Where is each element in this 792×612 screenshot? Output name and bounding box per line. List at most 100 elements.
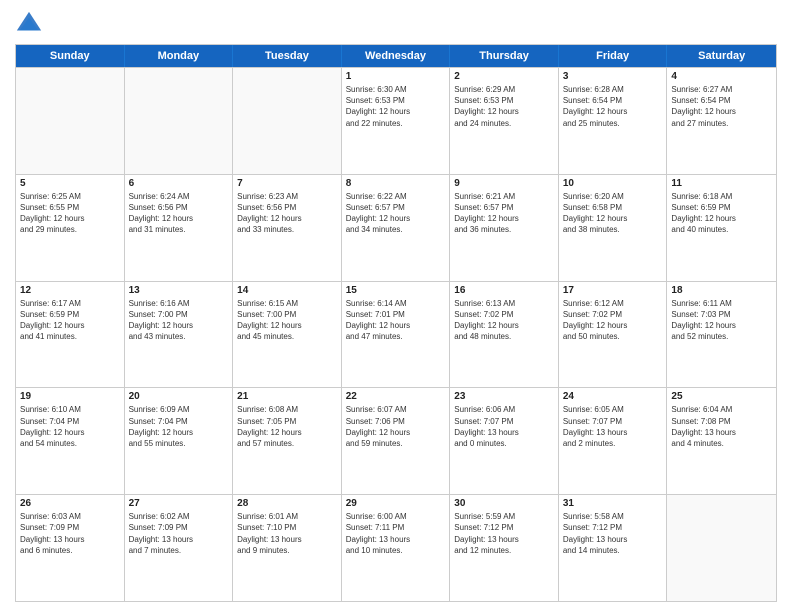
calendar-cell xyxy=(125,68,234,174)
day-header-wednesday: Wednesday xyxy=(342,45,451,67)
calendar-cell: 26 Sunrise: 6:03 AM Sunset: 7:09 PM Dayli… xyxy=(16,495,125,601)
cell-info: Sunrise: 6:13 AM Sunset: 7:02 PM Dayligh… xyxy=(454,298,554,343)
cell-info: Sunrise: 6:03 AM Sunset: 7:09 PM Dayligh… xyxy=(20,511,120,556)
calendar-cell: 16 Sunrise: 6:13 AM Sunset: 7:02 PM Dayli… xyxy=(450,282,559,388)
cell-date: 15 xyxy=(346,285,446,296)
cell-date: 24 xyxy=(563,391,663,402)
calendar-week-2: 12 Sunrise: 6:17 AM Sunset: 6:59 PM Dayli… xyxy=(16,281,776,388)
calendar-cell: 11Sunrise: 6:18 AM Sunset: 6:59 PM Dayli… xyxy=(667,175,776,281)
cell-info: Sunrise: 5:58 AM Sunset: 7:12 PM Dayligh… xyxy=(563,511,663,556)
calendar-cell: 1 Sunrise: 6:30 AM Sunset: 6:53 PM Daylig… xyxy=(342,68,451,174)
calendar-cell xyxy=(233,68,342,174)
cell-info: Sunrise: 6:01 AM Sunset: 7:10 PM Dayligh… xyxy=(237,511,337,556)
cell-date: 30 xyxy=(454,498,554,509)
cell-info: Sunrise: 6:23 AM Sunset: 6:56 PM Dayligh… xyxy=(237,191,337,236)
header xyxy=(15,10,777,38)
cell-info: Sunrise: 6:04 AM Sunset: 7:08 PM Dayligh… xyxy=(671,404,772,449)
calendar-cell: 22 Sunrise: 6:07 AM Sunset: 7:06 PM Dayli… xyxy=(342,388,451,494)
calendar-cell: 19Sunrise: 6:10 AM Sunset: 7:04 PM Dayli… xyxy=(16,388,125,494)
cell-date: 21 xyxy=(237,391,337,402)
cell-date: 13 xyxy=(129,285,229,296)
calendar-cell: 20 Sunrise: 6:09 AM Sunset: 7:04 PM Dayli… xyxy=(125,388,234,494)
cell-date: 20 xyxy=(129,391,229,402)
calendar-week-3: 19Sunrise: 6:10 AM Sunset: 7:04 PM Dayli… xyxy=(16,387,776,494)
cell-info: Sunrise: 6:14 AM Sunset: 7:01 PM Dayligh… xyxy=(346,298,446,343)
cell-info: Sunrise: 6:17 AM Sunset: 6:59 PM Dayligh… xyxy=(20,298,120,343)
calendar-cell: 25 Sunrise: 6:04 AM Sunset: 7:08 PM Dayli… xyxy=(667,388,776,494)
calendar-cell xyxy=(667,495,776,601)
calendar-cell: 3 Sunrise: 6:28 AM Sunset: 6:54 PM Daylig… xyxy=(559,68,668,174)
cell-date: 26 xyxy=(20,498,120,509)
calendar-cell: 9Sunrise: 6:21 AM Sunset: 6:57 PM Daylig… xyxy=(450,175,559,281)
cell-info: Sunrise: 6:29 AM Sunset: 6:53 PM Dayligh… xyxy=(454,84,554,129)
cell-info: Sunrise: 6:30 AM Sunset: 6:53 PM Dayligh… xyxy=(346,84,446,129)
cell-info: Sunrise: 6:09 AM Sunset: 7:04 PM Dayligh… xyxy=(129,404,229,449)
cell-info: Sunrise: 6:05 AM Sunset: 7:07 PM Dayligh… xyxy=(563,404,663,449)
cell-date: 12 xyxy=(20,285,120,296)
cell-info: Sunrise: 6:12 AM Sunset: 7:02 PM Dayligh… xyxy=(563,298,663,343)
calendar-week-1: 5 Sunrise: 6:25 AM Sunset: 6:55 PM Daylig… xyxy=(16,174,776,281)
cell-info: Sunrise: 6:20 AM Sunset: 6:58 PM Dayligh… xyxy=(563,191,663,236)
cell-date: 6 xyxy=(129,178,229,189)
cell-date: 27 xyxy=(129,498,229,509)
calendar-cell: 18 Sunrise: 6:11 AM Sunset: 7:03 PM Dayli… xyxy=(667,282,776,388)
calendar-cell: 13Sunrise: 6:16 AM Sunset: 7:00 PM Dayli… xyxy=(125,282,234,388)
cell-date: 14 xyxy=(237,285,337,296)
cell-date: 1 xyxy=(346,71,446,82)
calendar-cell: 5 Sunrise: 6:25 AM Sunset: 6:55 PM Daylig… xyxy=(16,175,125,281)
calendar: SundayMondayTuesdayWednesdayThursdayFrid… xyxy=(15,44,777,602)
cell-date: 25 xyxy=(671,391,772,402)
day-header-monday: Monday xyxy=(125,45,234,67)
cell-date: 4 xyxy=(671,71,772,82)
cell-info: Sunrise: 6:00 AM Sunset: 7:11 PM Dayligh… xyxy=(346,511,446,556)
cell-date: 10 xyxy=(563,178,663,189)
calendar-cell: 17 Sunrise: 6:12 AM Sunset: 7:02 PM Dayli… xyxy=(559,282,668,388)
calendar-cell: 28Sunrise: 6:01 AM Sunset: 7:10 PM Dayli… xyxy=(233,495,342,601)
cell-info: Sunrise: 6:02 AM Sunset: 7:09 PM Dayligh… xyxy=(129,511,229,556)
cell-date: 7 xyxy=(237,178,337,189)
calendar-cell: 2Sunrise: 6:29 AM Sunset: 6:53 PM Daylig… xyxy=(450,68,559,174)
calendar-cell: 6 Sunrise: 6:24 AM Sunset: 6:56 PM Daylig… xyxy=(125,175,234,281)
cell-date: 17 xyxy=(563,285,663,296)
page: SundayMondayTuesdayWednesdayThursdayFrid… xyxy=(0,0,792,612)
cell-info: Sunrise: 6:22 AM Sunset: 6:57 PM Dayligh… xyxy=(346,191,446,236)
calendar-cell: 27 Sunrise: 6:02 AM Sunset: 7:09 PM Dayli… xyxy=(125,495,234,601)
cell-info: Sunrise: 6:25 AM Sunset: 6:55 PM Dayligh… xyxy=(20,191,120,236)
calendar-body: 1 Sunrise: 6:30 AM Sunset: 6:53 PM Daylig… xyxy=(16,67,776,601)
cell-info: Sunrise: 6:06 AM Sunset: 7:07 PM Dayligh… xyxy=(454,404,554,449)
cell-date: 23 xyxy=(454,391,554,402)
cell-info: Sunrise: 6:15 AM Sunset: 7:00 PM Dayligh… xyxy=(237,298,337,343)
calendar-cell xyxy=(16,68,125,174)
calendar-header: SundayMondayTuesdayWednesdayThursdayFrid… xyxy=(16,45,776,67)
cell-info: Sunrise: 6:07 AM Sunset: 7:06 PM Dayligh… xyxy=(346,404,446,449)
cell-date: 5 xyxy=(20,178,120,189)
cell-date: 29 xyxy=(346,498,446,509)
logo xyxy=(15,10,47,38)
cell-info: Sunrise: 6:11 AM Sunset: 7:03 PM Dayligh… xyxy=(671,298,772,343)
cell-info: Sunrise: 5:59 AM Sunset: 7:12 PM Dayligh… xyxy=(454,511,554,556)
cell-date: 22 xyxy=(346,391,446,402)
calendar-cell: 8Sunrise: 6:22 AM Sunset: 6:57 PM Daylig… xyxy=(342,175,451,281)
calendar-cell: 23 Sunrise: 6:06 AM Sunset: 7:07 PM Dayli… xyxy=(450,388,559,494)
cell-info: Sunrise: 6:27 AM Sunset: 6:54 PM Dayligh… xyxy=(671,84,772,129)
cell-info: Sunrise: 6:28 AM Sunset: 6:54 PM Dayligh… xyxy=(563,84,663,129)
day-header-friday: Friday xyxy=(559,45,668,67)
cell-date: 3 xyxy=(563,71,663,82)
cell-date: 31 xyxy=(563,498,663,509)
calendar-cell: 7 Sunrise: 6:23 AM Sunset: 6:56 PM Daylig… xyxy=(233,175,342,281)
cell-date: 16 xyxy=(454,285,554,296)
cell-date: 11 xyxy=(671,178,772,189)
cell-date: 19 xyxy=(20,391,120,402)
calendar-cell: 24 Sunrise: 6:05 AM Sunset: 7:07 PM Dayli… xyxy=(559,388,668,494)
cell-info: Sunrise: 6:24 AM Sunset: 6:56 PM Dayligh… xyxy=(129,191,229,236)
calendar-cell: 30 Sunrise: 5:59 AM Sunset: 7:12 PM Dayli… xyxy=(450,495,559,601)
calendar-cell: 15 Sunrise: 6:14 AM Sunset: 7:01 PM Dayli… xyxy=(342,282,451,388)
cell-date: 18 xyxy=(671,285,772,296)
day-header-tuesday: Tuesday xyxy=(233,45,342,67)
day-header-sunday: Sunday xyxy=(16,45,125,67)
calendar-cell: 12 Sunrise: 6:17 AM Sunset: 6:59 PM Dayli… xyxy=(16,282,125,388)
calendar-cell: 10 Sunrise: 6:20 AM Sunset: 6:58 PM Dayli… xyxy=(559,175,668,281)
logo-icon xyxy=(15,10,43,38)
calendar-week-0: 1 Sunrise: 6:30 AM Sunset: 6:53 PM Daylig… xyxy=(16,67,776,174)
calendar-cell: 29 Sunrise: 6:00 AM Sunset: 7:11 PM Dayli… xyxy=(342,495,451,601)
